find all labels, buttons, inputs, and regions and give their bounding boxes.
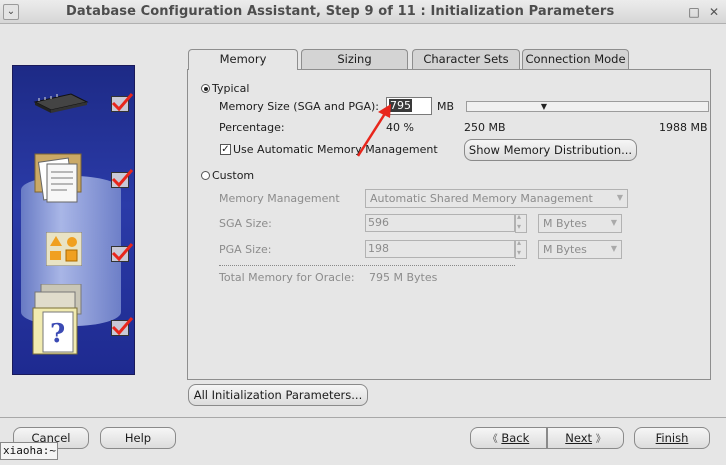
next-label: Next xyxy=(565,431,593,445)
sga-size-spinner[interactable] xyxy=(515,212,527,233)
help-button[interactable]: Help xyxy=(100,427,176,449)
step-complete-check-4 xyxy=(111,317,134,336)
documents-folder-icon xyxy=(34,153,82,203)
pga-size-label: PGA Size: xyxy=(219,243,272,256)
tab-connection-mode[interactable]: Connection Mode xyxy=(522,49,629,69)
memory-size-input[interactable]: 795 xyxy=(386,97,432,115)
chevron-down-icon: ▼ xyxy=(616,193,623,202)
percentage-value: 40 % xyxy=(386,121,414,134)
slider-max-label: 1988 MB xyxy=(659,121,708,134)
typical-radio[interactable] xyxy=(201,84,210,93)
back-label: Back xyxy=(501,431,530,445)
step-complete-check-3 xyxy=(111,243,134,262)
wizard-steps-panel: ? xyxy=(12,65,135,375)
maximize-button[interactable]: □ xyxy=(686,4,702,20)
close-button[interactable]: ✕ xyxy=(706,4,722,20)
pga-size-input[interactable]: 198 xyxy=(365,240,515,258)
show-memory-distribution-button[interactable]: Show Memory Distribution... xyxy=(464,139,637,161)
total-memory-value: 795 M Bytes xyxy=(369,271,438,284)
sga-size-label: SGA Size: xyxy=(219,217,272,230)
back-button[interactable]: 《 Back xyxy=(470,427,547,449)
separator-dotted xyxy=(219,265,515,266)
use-amm-label: Use Automatic Memory Management xyxy=(233,143,438,156)
total-memory-label: Total Memory for Oracle: xyxy=(219,271,355,284)
finish-button[interactable]: Finish xyxy=(634,427,710,449)
percentage-label: Percentage: xyxy=(219,121,285,134)
tab-memory[interactable]: Memory xyxy=(188,49,298,70)
sga-size-input[interactable]: 596 xyxy=(365,214,515,232)
memory-management-label: Memory Management xyxy=(219,192,340,205)
memory-size-slider[interactable]: ▼ xyxy=(466,101,709,112)
next-button[interactable]: Next 》 xyxy=(547,427,624,449)
sga-unit-select[interactable]: M Bytes ▼ xyxy=(538,214,622,233)
slider-thumb-icon[interactable]: ▼ xyxy=(537,102,551,111)
chevron-left-icon: 《 xyxy=(487,434,498,445)
step-complete-check-1 xyxy=(111,93,134,112)
memory-size-label: Memory Size (SGA and PGA): xyxy=(219,100,379,113)
memory-management-value: Automatic Shared Memory Management xyxy=(370,192,593,205)
tab-character-sets[interactable]: Character Sets xyxy=(412,49,520,69)
question-document-icon: ? xyxy=(32,284,82,355)
pga-unit-select[interactable]: M Bytes ▼ xyxy=(538,240,622,259)
shapes-icon xyxy=(46,232,82,266)
memory-size-value: 795 xyxy=(389,99,412,112)
window-menu-icon[interactable]: ⌄ xyxy=(3,4,19,20)
tab-sizing[interactable]: Sizing xyxy=(301,49,408,69)
pga-size-spinner[interactable] xyxy=(515,238,527,259)
chevron-down-icon: ▼ xyxy=(610,244,617,253)
memory-size-unit: MB xyxy=(437,100,455,113)
title-bar: ⌄ Database Configuration Assistant, Step… xyxy=(0,0,726,24)
svg-text:?: ? xyxy=(50,319,65,349)
step-complete-check-2 xyxy=(111,169,134,188)
terminal-taskbar-tab[interactable]: xiaoha:~ xyxy=(0,442,58,460)
memory-chip-icon xyxy=(33,93,89,113)
all-initialization-parameters-button[interactable]: All Initialization Parameters... xyxy=(188,384,368,406)
chevron-right-icon: 》 xyxy=(595,434,606,445)
custom-label: Custom xyxy=(212,169,255,182)
typical-label: Typical xyxy=(212,82,250,95)
slider-min-label: 250 MB xyxy=(464,121,506,134)
finish-label: Finish xyxy=(655,431,689,445)
custom-radio[interactable] xyxy=(201,171,210,180)
sga-unit-value: M Bytes xyxy=(543,217,587,230)
footer-separator xyxy=(0,417,726,418)
pga-unit-value: M Bytes xyxy=(543,243,587,256)
window-title: Database Configuration Assistant, Step 9… xyxy=(66,4,615,19)
use-amm-checkbox[interactable]: ✓ xyxy=(220,144,231,155)
memory-management-select[interactable]: Automatic Shared Memory Management ▼ xyxy=(365,189,628,208)
chevron-down-icon: ▼ xyxy=(610,218,617,227)
